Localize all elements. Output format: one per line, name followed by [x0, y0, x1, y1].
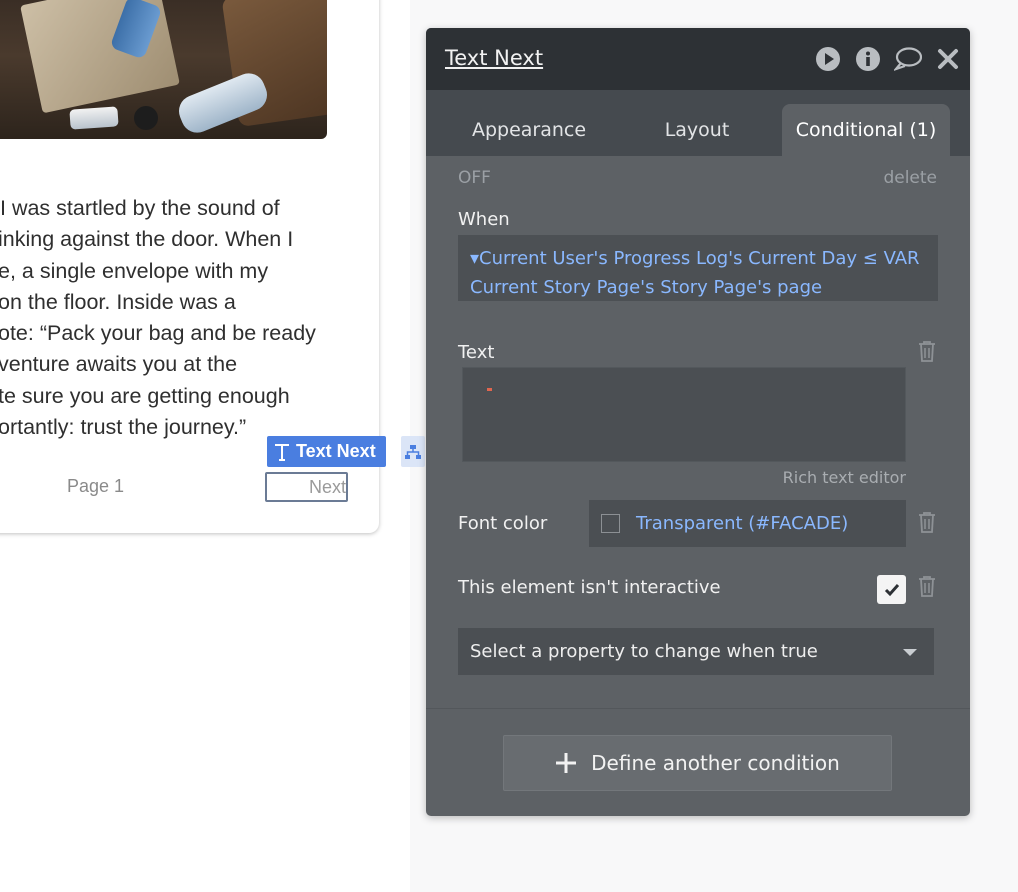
- rich-text-editor-label[interactable]: Rich text editor: [783, 468, 906, 487]
- element-tree-icon[interactable]: [401, 436, 425, 467]
- when-expression-line: ▾Current User's Progress Log's Current D…: [470, 248, 920, 269]
- editor-header: Text Next: [426, 28, 970, 90]
- dynamic-marker-icon: [487, 388, 492, 391]
- story-line: ote: “Pack your bag and be ready: [0, 321, 316, 346]
- text-element-icon: [274, 443, 290, 461]
- font-color-value: Transparent (#FACADE): [636, 513, 849, 534]
- interactive-checkbox[interactable]: [877, 575, 906, 604]
- font-color-label: Font color: [458, 513, 548, 534]
- trash-icon[interactable]: [916, 510, 938, 534]
- story-line: te sure you are getting enough: [0, 383, 290, 408]
- photo-pill-bottle: [69, 106, 119, 130]
- checkmark-icon: [884, 583, 899, 596]
- story-text: I was startled by the sound of inking ag…: [0, 193, 346, 443]
- page-label: Page 1: [67, 476, 125, 496]
- property-editor: Text Next Appearance Layout Conditional …: [426, 28, 970, 816]
- next-button[interactable]: Next: [265, 472, 348, 502]
- plus-icon: [556, 753, 577, 773]
- tab-appearance[interactable]: Appearance: [444, 104, 614, 156]
- trash-icon[interactable]: [916, 574, 938, 598]
- story-line: venture awaits you at the: [0, 352, 238, 377]
- story-line: e, a single envelope with my: [0, 258, 269, 283]
- property-select[interactable]: Select a property to change when true: [458, 628, 934, 675]
- selected-element-name: Text Next: [296, 441, 376, 461]
- selected-element-tag[interactable]: Text Next: [267, 436, 386, 467]
- story-line: inking against the door. When I: [0, 227, 294, 252]
- element-title[interactable]: Text Next: [445, 46, 543, 70]
- story-line: I was startled by the sound of: [0, 196, 280, 220]
- header-actions: [814, 45, 962, 73]
- tab-conditional[interactable]: Conditional (1): [782, 104, 950, 156]
- when-expression-line: Current Story Page's Story Page's page: [470, 277, 823, 298]
- photo-water-bottle: [174, 68, 272, 138]
- story-line: on the floor. Inside was a: [0, 289, 236, 314]
- conditional-text-editor[interactable]: [462, 367, 906, 462]
- text-label: Text: [458, 342, 495, 363]
- color-swatch[interactable]: [601, 514, 620, 533]
- delete-condition-link[interactable]: delete: [883, 168, 937, 188]
- chevron-down-icon: [903, 649, 917, 656]
- condition-status[interactable]: OFF: [458, 168, 491, 188]
- divider: [426, 708, 970, 709]
- info-icon[interactable]: [854, 45, 882, 73]
- define-button-label: Define another condition: [591, 751, 840, 775]
- property-select-placeholder: Select a property to change when true: [470, 641, 818, 662]
- define-another-condition-button[interactable]: Define another condition: [503, 735, 892, 791]
- close-icon[interactable]: [934, 45, 962, 73]
- when-expression[interactable]: ▾Current User's Progress Log's Current D…: [458, 235, 938, 301]
- interactive-label: This element isn't interactive: [458, 577, 721, 598]
- trash-icon[interactable]: [916, 339, 938, 363]
- story-image: [0, 0, 327, 139]
- tab-bar: Appearance Layout Conditional (1): [426, 90, 970, 156]
- photo-cap: [134, 106, 158, 130]
- tab-layout[interactable]: Layout: [620, 104, 774, 156]
- when-label: When: [458, 209, 510, 230]
- comment-icon[interactable]: [894, 45, 922, 73]
- play-icon[interactable]: [814, 45, 842, 73]
- font-color-picker[interactable]: Transparent (#FACADE): [589, 500, 906, 547]
